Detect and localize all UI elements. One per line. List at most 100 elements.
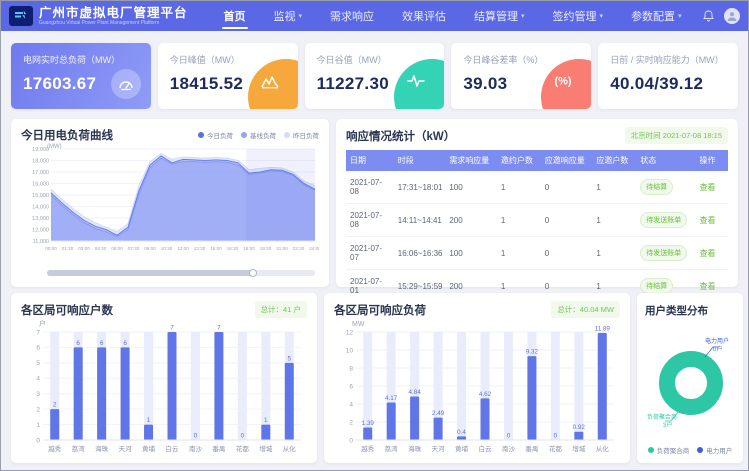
svg-text:南沙: 南沙 (502, 444, 516, 453)
view-link[interactable]: 查看 (699, 282, 715, 291)
nav-item-label: 需求响应 (330, 8, 374, 24)
kpi-card-1[interactable]: 电网实时总负荷（MW）17603.67 (11, 43, 151, 109)
responded_amount-cell: 0 (541, 204, 593, 237)
svg-text:11.89: 11.89 (595, 325, 611, 332)
legend-dot-icon (284, 132, 290, 138)
responded_users-cell: 1 (592, 204, 636, 237)
app-window: 广州市虚拟电厂管理平台 Guangzhou Virtual Power Plan… (0, 0, 749, 471)
kpi-card-4[interactable]: 今日峰谷差率（%）39.03(%) (451, 43, 591, 109)
beijing-time-badge: 北京时间 2021-07-08 18:15 (625, 127, 728, 144)
chevron-down-icon: ▾ (678, 12, 682, 20)
svg-text:4.17: 4.17 (385, 395, 398, 402)
load-curve-title: 今日用电负荷曲线 (21, 127, 113, 143)
main-nav: 首页监视▾需求响应效果评估结算管理▾签约管理▾参数配置▾ (210, 1, 696, 31)
svg-text:电力用户: 电力用户 (705, 337, 729, 345)
svg-text:6: 6 (100, 340, 104, 347)
legend-item-3[interactable]: 昨日负荷 (284, 130, 319, 140)
kpi-card-label: 日前 / 实时响应能力（MW） (610, 53, 726, 66)
svg-text:黄埔: 黄埔 (142, 444, 156, 453)
bottom-row: 各区局可响应户数 总计：41 户 户012345672越秀6荔湾6海珠6天河1黄… (11, 293, 738, 463)
svg-text:6: 6 (76, 340, 80, 347)
svg-text:18,000: 18,000 (32, 159, 49, 165)
responded_amount-cell: 0 (541, 237, 593, 270)
column-header-2: 时段 (394, 150, 446, 171)
kpi-card-2[interactable]: 今日峰值（MW）18415.52 (158, 43, 298, 109)
svg-text:0: 0 (36, 437, 40, 444)
svg-text:增城: 增城 (259, 444, 273, 453)
svg-text:6: 6 (349, 383, 353, 390)
load-capacity-total-badge: 总计：40.04 MW (551, 301, 620, 318)
view-link[interactable]: 查看 (699, 216, 715, 225)
svg-text:番禺: 番禺 (525, 445, 538, 453)
table-row: 2021-07-0814:11~14:41200101待发送账单查看 (346, 204, 728, 237)
legend-label: 负荷聚合商 (657, 445, 690, 455)
svg-text:07:30: 07:30 (128, 246, 140, 251)
svg-text:户: 户 (39, 319, 46, 328)
view-link[interactable]: 查看 (699, 249, 715, 258)
platform-logo-icon (9, 6, 33, 26)
date-cell: 2021-07-08 (346, 204, 394, 237)
svg-text:0: 0 (507, 433, 511, 440)
brand-block: 广州市虚拟电厂管理平台 Guangzhou Virtual Power Plan… (39, 7, 188, 26)
view-link[interactable]: 查看 (699, 183, 715, 192)
nav-item-3[interactable]: 需求响应 (316, 1, 388, 31)
svg-text:花都: 花都 (236, 444, 250, 453)
svg-text:0.4: 0.4 (457, 429, 466, 436)
svg-text:18:00: 18:00 (243, 246, 255, 251)
percent-icon: (%) (541, 59, 591, 109)
chevron-down-icon: ▾ (600, 12, 604, 20)
user-type-panel: 用户类型分布 电力用户0户负荷聚合商3户 负荷聚合商电力用户 (637, 293, 743, 463)
kpi-card-5[interactable]: 日前 / 实时响应能力（MW） 40.04/39.12 (598, 43, 738, 109)
svg-text:17,000: 17,000 (32, 170, 49, 176)
legend-dot-icon (241, 132, 247, 138)
kpi-card-3[interactable]: 今日谷值（MW）11227.30 (305, 43, 445, 109)
legend-dot-icon (198, 132, 204, 138)
donut-legend-item-2[interactable]: 电力用户 (697, 445, 732, 455)
column-header-5: 应邀响应量 (541, 150, 593, 171)
nav-item-6[interactable]: 签约管理▾ (539, 1, 618, 31)
nav-item-label: 效果评估 (402, 8, 446, 24)
column-header-6: 应邀户数 (592, 150, 636, 171)
legend-item-1[interactable]: 今日负荷 (198, 130, 233, 140)
svg-text:3户: 3户 (663, 421, 672, 429)
responded_users-cell: 1 (592, 171, 636, 204)
nav-item-label: 监视 (274, 8, 296, 24)
svg-text:天河: 天河 (432, 445, 446, 453)
svg-text:12,000: 12,000 (32, 228, 49, 234)
bell-icon[interactable] (703, 10, 714, 22)
kpi-card-value: 40.04/39.12 (610, 74, 726, 94)
svg-text:MW: MW (352, 321, 365, 328)
donut-legend-item-1[interactable]: 负荷聚合商 (648, 445, 690, 455)
user-avatar[interactable] (724, 8, 740, 24)
nav-item-4[interactable]: 效果评估 (388, 1, 460, 31)
period-cell: 17:31~18:01 (394, 171, 446, 204)
nav-item-label: 签约管理 (553, 8, 597, 24)
svg-text:0: 0 (554, 433, 558, 440)
data-zoom-slider[interactable] (47, 269, 315, 277)
svg-text:0: 0 (349, 437, 353, 444)
response-table-header: 日期时段需求响应量邀约户数应邀响应量应邀户数状态操作 (346, 150, 728, 171)
svg-text:12: 12 (346, 329, 354, 336)
nav-item-label: 首页 (224, 8, 246, 24)
nav-item-label: 参数配置 (631, 8, 675, 24)
date-cell: 2021-07-07 (346, 237, 394, 270)
nav-item-2[interactable]: 监视▾ (260, 1, 317, 31)
svg-text:15:00: 15:00 (210, 246, 222, 251)
svg-text:荔湾: 荔湾 (385, 444, 399, 453)
svg-text:2: 2 (36, 406, 40, 413)
nav-item-7[interactable]: 参数配置▾ (617, 1, 696, 31)
legend-dot-icon (648, 447, 654, 453)
legend-label: 电力用户 (706, 445, 732, 455)
nav-item-5[interactable]: 结算管理▾ (460, 1, 539, 31)
nav-item-1[interactable]: 首页 (210, 1, 260, 31)
kpi-card-label: 电网实时总负荷（MW） (23, 53, 139, 66)
user-type-donut-chart: 电力用户0户负荷聚合商3户 (645, 321, 735, 439)
legend-dot-icon (697, 447, 703, 453)
svg-text:白云: 白云 (479, 444, 493, 453)
svg-text:8: 8 (349, 365, 353, 372)
invited-cell: 1 (497, 237, 541, 270)
svg-text:10: 10 (346, 347, 354, 354)
svg-text:海珠: 海珠 (408, 444, 422, 453)
legend-item-2[interactable]: 基线负荷 (241, 130, 276, 140)
slider-selected-range[interactable] (47, 270, 253, 276)
